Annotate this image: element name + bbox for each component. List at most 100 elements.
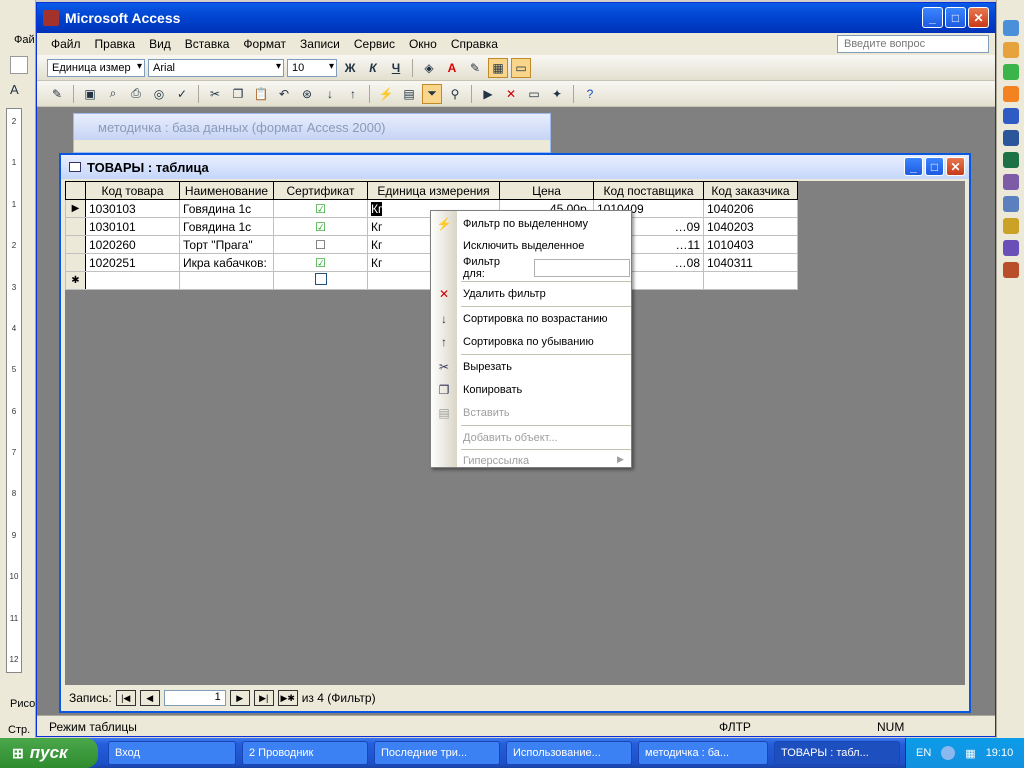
field-combo[interactable]: Единица измер [47,58,145,77]
apply-filter-icon[interactable]: ⏷ [422,83,442,104]
task-tovary[interactable]: ТОВАРЫ : табл... [774,741,900,765]
menu-exclude-selection[interactable]: Исключить выделенное [463,235,629,257]
ask-question-box[interactable]: Введите вопрос [837,35,989,53]
row-selector[interactable] [65,253,86,272]
copy-icon[interactable]: ❐ [228,84,248,104]
green-icon[interactable] [1003,64,1019,80]
database-window[interactable]: методичка : база данных (формат Access 2… [73,113,551,153]
access-titlebar[interactable]: Microsoft Access _ □ ✕ [37,3,995,33]
minimize-button[interactable]: _ [922,7,943,28]
new-record-button[interactable]: ▶✱ [277,690,298,706]
menu-window[interactable]: Окно [409,37,437,51]
menu-filter-for[interactable]: Фильтр для: [463,256,523,280]
fill-color-icon[interactable]: ◈ [419,58,439,78]
table-cell-checkbox[interactable] [273,271,368,290]
save-icon[interactable]: ▣ [80,84,100,104]
table-cell[interactable]: 1020251 [85,253,180,272]
column-header[interactable]: Код заказчика [703,181,798,200]
italic-icon[interactable]: К [363,58,383,78]
menu-tools[interactable]: Сервис [354,37,395,51]
box-icon[interactable] [1003,262,1019,278]
table-cell[interactable]: 1030103 [85,199,180,218]
table-cell-checkbox[interactable]: ☑ [273,217,368,236]
table-cell[interactable]: 1020260 [85,235,180,254]
menu-file[interactable]: Файл [51,37,81,51]
table-cell[interactable]: Торт "Прага" [179,235,274,254]
table-window-titlebar[interactable]: ТОВАРЫ : таблица _ □ ✕ [61,155,969,179]
menu-edit[interactable]: Правка [95,37,136,51]
table-cell-checkbox[interactable]: ☑ [273,199,368,218]
pencil-icon[interactable] [1003,42,1019,58]
paste-icon[interactable]: 📋 [251,84,271,104]
frontpage-icon[interactable] [1003,108,1019,124]
language-indicator[interactable]: EN [916,747,931,759]
table-cell[interactable]: Говядина 1с [179,217,274,236]
menu-format[interactable]: Формат [243,37,286,51]
bold-icon[interactable]: Ж [340,58,360,78]
task-explorer[interactable]: 2 Проводник [242,741,368,765]
excel-icon[interactable] [1003,152,1019,168]
table-cell[interactable]: Говядина 1с [179,199,274,218]
network-icon[interactable]: ▦ [965,747,975,760]
table-cell[interactable]: 1040206 [703,199,798,218]
font-size-combo[interactable]: 10 [287,58,337,77]
print-icon[interactable]: ⎙ [126,84,146,104]
filter-form-icon[interactable]: ▤ [399,84,419,104]
delete-record-icon[interactable]: ✕ [501,84,521,104]
word-icon[interactable] [1003,130,1019,146]
new-doc-icon[interactable] [10,56,28,74]
table-cell[interactable]: 1040203 [703,217,798,236]
gridlines-icon[interactable]: ▦ [488,57,508,78]
line-color-icon[interactable]: ✎ [465,58,485,78]
menu-insert[interactable]: Вставка [185,37,230,51]
table-close-button[interactable]: ✕ [946,157,965,176]
sort-desc-icon[interactable]: ↑ [343,84,363,104]
close-button[interactable]: ✕ [968,7,989,28]
prev-record-button[interactable]: ◀ [139,690,160,706]
table-cell[interactable]: 1030101 [85,217,180,236]
start-button[interactable]: ⊞ пуск [0,738,98,768]
word-menu-file[interactable]: Фай [14,34,35,46]
menu-sort-asc[interactable]: Сортировка по возрастанию [463,308,629,330]
spelling-icon[interactable]: ✓ [172,84,192,104]
menu-hyperlink[interactable]: Гиперссылка [463,450,629,472]
maximize-button[interactable]: □ [945,7,966,28]
last-record-button[interactable]: ▶| [253,690,274,706]
table-cell[interactable] [85,271,180,290]
menu-remove-filter[interactable]: Удалить фильтр [463,283,629,305]
hyperlink-icon[interactable]: ⊛ [297,84,317,104]
filter-for-input[interactable] [534,259,630,277]
table-cell[interactable]: 1040311 [703,253,798,272]
row-selector-new[interactable]: ✱ [65,271,86,290]
preview-icon[interactable]: ◎ [149,84,169,104]
table-minimize-button[interactable]: _ [904,157,923,176]
table-cell-checkbox[interactable]: ☑ [273,253,368,272]
help-icon[interactable]: ? [580,84,600,104]
menu-insert-object[interactable]: Добавить объект... [463,427,629,449]
column-header[interactable]: Единица измерения [367,181,500,200]
binder-icon[interactable] [1003,218,1019,234]
table-cell[interactable]: 1010403 [703,235,798,254]
menu-filter-selection[interactable]: Фильтр по выделенному [463,213,629,235]
menu-records[interactable]: Записи [300,37,340,51]
underline-icon[interactable]: Ч [386,58,406,78]
view-icon[interactable]: ✎ [47,84,67,104]
filter-selection-icon[interactable]: ⚡ [376,84,396,104]
mail-icon[interactable] [1003,86,1019,102]
word-drawing-label[interactable]: Рисо [10,698,35,710]
first-record-button[interactable]: |◀ [115,690,136,706]
cut-icon[interactable]: ✂ [205,84,225,104]
menu-view[interactable]: Вид [149,37,171,51]
column-header[interactable]: Код поставщика [593,181,704,200]
database-window-icon[interactable]: ▭ [524,84,544,104]
outlook-icon[interactable] [1003,174,1019,190]
font-color-icon[interactable]: A [442,58,462,78]
menu-copy[interactable]: Копировать [463,379,629,401]
undo-icon[interactable]: ↶ [274,84,294,104]
font-combo[interactable]: Arial [148,58,284,77]
task-recent[interactable]: Последние три... [374,741,500,765]
menu-sort-desc[interactable]: Сортировка по убыванию [463,331,629,353]
column-header[interactable]: Код товара [85,181,180,200]
task-inbox[interactable]: Вход [108,741,236,765]
column-header[interactable]: Сертификат [273,181,368,200]
